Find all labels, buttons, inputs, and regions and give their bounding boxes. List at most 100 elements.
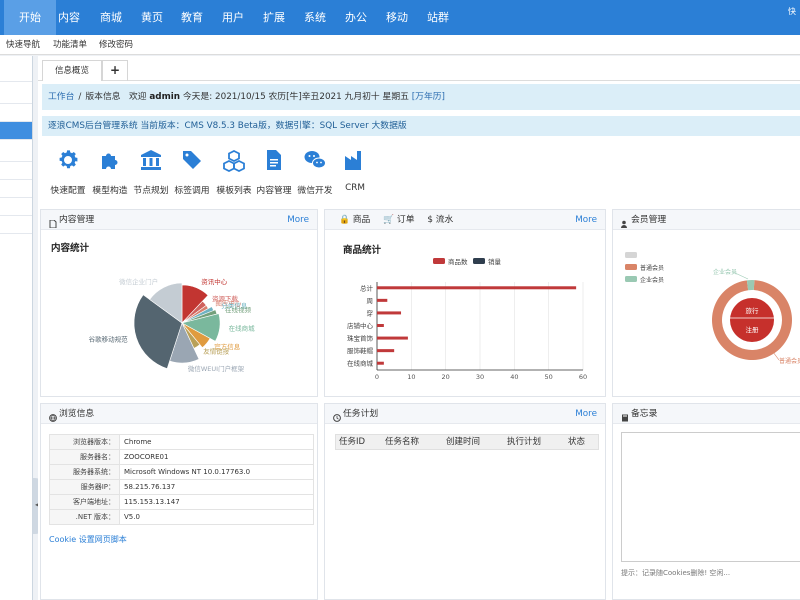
sidebar-item[interactable]: [0, 86, 32, 104]
col-schedule: 执行计划: [507, 437, 542, 447]
bar-goods: [377, 361, 384, 365]
book-icon: [621, 410, 629, 421]
legend-swatch: [625, 276, 637, 282]
content-panel-title: 内容管理: [59, 215, 95, 225]
breadcrumb-separator: /: [78, 92, 82, 102]
task-panel: 任务计划 More 任务ID 任务名称 创建时间 执行计划 状态: [324, 403, 606, 600]
node-plan-button[interactable]: 节点规划: [131, 148, 171, 196]
bar-goods: [377, 324, 384, 327]
subnav-change-password[interactable]: 修改密码: [99, 38, 133, 50]
factory-icon: [345, 151, 361, 170]
browser-info-value: 58.215.76.137: [119, 479, 314, 495]
tag-call-button[interactable]: 标签调用: [172, 148, 212, 196]
memo-tip: 提示：记录随Cookies删除! 空闲...: [621, 569, 731, 577]
nav-item-mobile[interactable]: 移动: [383, 0, 411, 35]
template-list-label: 模板列表: [216, 186, 252, 196]
shop-tab-orders[interactable]: 🛒 订单: [383, 215, 414, 225]
browser-info-value: V5.0: [119, 509, 314, 525]
subnav-feature-list[interactable]: 功能清单: [53, 38, 87, 50]
content-more-link[interactable]: More: [287, 210, 309, 230]
nav-item-sitegroup[interactable]: 站群: [424, 0, 452, 35]
y-tick-label: 在线商城: [347, 359, 374, 368]
pie-label: 在线视频: [225, 305, 252, 314]
member-pie-chart: 旅行注册普通会员企业会员企业会员普通会员: [625, 252, 800, 365]
x-tick-label: 10: [407, 373, 415, 381]
memo-panel: 备忘录 提示：记录随Cookies删除! 空闲...: [612, 403, 800, 600]
col-status: 状态: [568, 437, 586, 447]
task-more-link[interactable]: More: [575, 404, 597, 424]
inner-circle: [730, 298, 774, 342]
shop-tab-goods[interactable]: 🔒 商品: [339, 215, 370, 225]
version-bar: 逐浪CMS后台管理系统 当前版本：CMS V8.5.3 Beta版，数据引擎：S…: [42, 116, 800, 136]
model-build-button[interactable]: 模型构造: [90, 148, 130, 196]
bar-goods: [377, 311, 402, 315]
y-tick-label: 服饰鞋帽: [347, 346, 374, 355]
content-manage-label: 内容管理: [256, 186, 292, 196]
nav-item-user[interactable]: 用户: [219, 0, 247, 35]
bar-goods: [377, 286, 577, 290]
x-tick-label: 0: [375, 373, 379, 381]
sidebar-item[interactable]: [0, 144, 32, 162]
template-list-button[interactable]: 模板列表: [214, 148, 254, 196]
clock-icon: [333, 410, 341, 422]
add-tab-button[interactable]: +: [102, 60, 128, 81]
welcome-text: 欢迎: [128, 92, 147, 102]
nav-item-start[interactable]: 开始: [4, 0, 56, 35]
tag-call-label: 标签调用: [174, 186, 210, 196]
breadcrumb-workbench[interactable]: 工作台: [48, 92, 74, 102]
model-build-label: 模型构造: [92, 186, 128, 196]
nav-item-extend[interactable]: 扩展: [260, 0, 288, 35]
legend-swatch: [625, 264, 637, 270]
legend-label: 普通会员: [640, 264, 664, 272]
memo-textarea[interactable]: [621, 432, 800, 562]
shop-tab-flow[interactable]: $ 流水: [427, 215, 453, 225]
user-corner[interactable]: 快: [788, 6, 796, 17]
wechat-icon: [304, 151, 326, 169]
browser-info-table: 浏览器版本： Chrome 服务器名： ZOOCORE01 服务器系统： Microsof…: [49, 434, 314, 525]
crm-button[interactable]: CRM: [335, 148, 375, 193]
globe-icon: [49, 410, 57, 422]
browser-panel-title: 浏览信息: [59, 409, 95, 419]
y-tick-label: 店铺中心: [347, 321, 374, 330]
quick-config-button[interactable]: 快速配置: [48, 148, 88, 196]
nav-item-office[interactable]: 办公: [342, 0, 370, 35]
sidebar-item[interactable]: [0, 198, 32, 216]
wechat-dev-label: 微信开发: [297, 186, 333, 196]
nav-item-education[interactable]: 教育: [178, 0, 206, 35]
browser-info-value: Chrome: [119, 434, 314, 450]
sidebar-item[interactable]: [0, 104, 32, 122]
sidebar-item-active[interactable]: [0, 122, 32, 140]
main-area: 信息概览 + 工作台 / 版本信息 欢迎 admin 今天是: 2021/10/15…: [38, 56, 800, 600]
pie-label: 在线商城: [229, 324, 256, 333]
wechat-dev-button[interactable]: 微信开发: [295, 148, 335, 196]
subnav-quick-nav[interactable]: 快速导航: [6, 38, 40, 50]
sidebar-item[interactable]: [0, 162, 32, 180]
browser-info-row: 客户端地址： 115.153.13.147: [49, 494, 314, 510]
tab-overview[interactable]: 信息概览: [42, 60, 102, 81]
legend-swatch: [473, 258, 485, 264]
x-tick-label: 60: [579, 373, 587, 381]
calendar-link[interactable]: [万年历]: [412, 92, 445, 102]
legend-swatch: [625, 252, 637, 258]
x-tick-label: 30: [476, 373, 484, 381]
nav-item-content[interactable]: 内容: [55, 0, 83, 35]
tags-icon: [183, 151, 201, 169]
cookie-settings-link[interactable]: Cookie 设置网页脚本: [49, 534, 127, 545]
content-panel-header: 内容管理 More: [41, 210, 317, 230]
shop-more-link[interactable]: More: [575, 210, 597, 230]
username: admin: [149, 92, 181, 102]
nav-item-system[interactable]: 系统: [301, 0, 329, 35]
quick-config-label: 快速配置: [50, 186, 86, 196]
sidebar-item[interactable]: [0, 216, 32, 234]
content-manage-button[interactable]: 内容管理: [254, 148, 294, 196]
x-tick-label: 50: [545, 373, 553, 381]
breadcrumb-version: 版本信息: [85, 92, 121, 102]
sidebar-item[interactable]: [0, 180, 32, 198]
browser-info-value: Microsoft Windows NT 10.0.17763.0: [119, 464, 314, 480]
nav-item-shop[interactable]: 商城: [97, 0, 125, 35]
browser-info-key: 客户端地址：: [49, 494, 120, 510]
member-panel-header: 会员管理: [613, 210, 800, 230]
browser-info-key: 服务器IP：: [49, 479, 120, 495]
sidebar-item[interactable]: [0, 64, 32, 82]
nav-item-yellowpage[interactable]: 黄页: [138, 0, 166, 35]
